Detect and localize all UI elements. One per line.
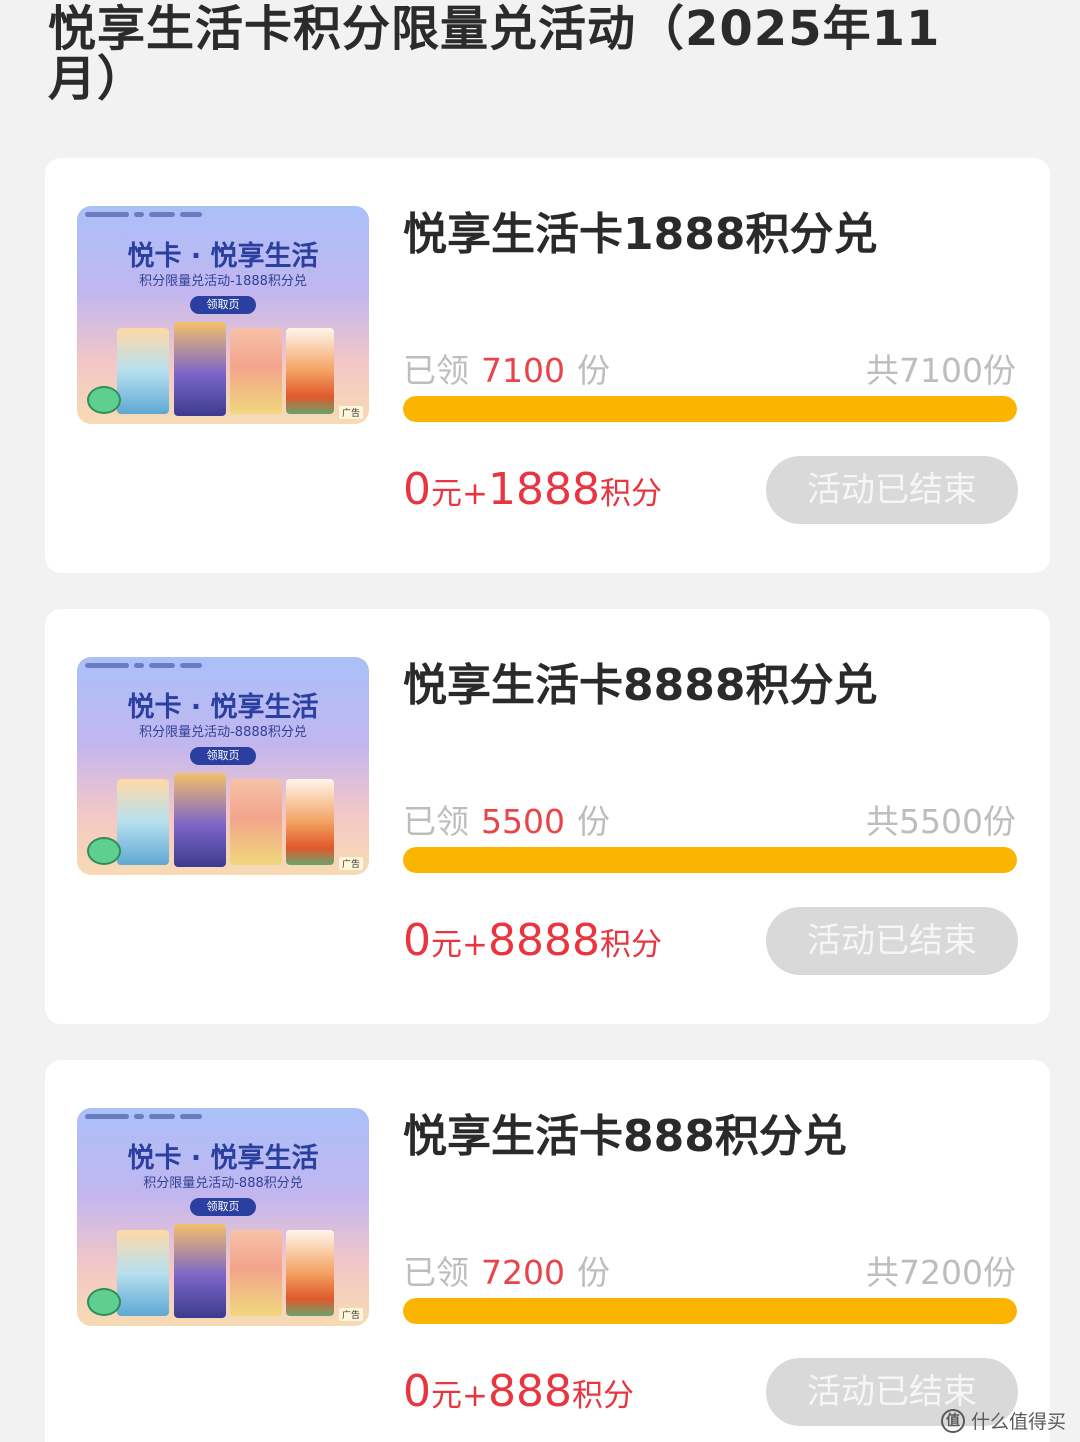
item-title[interactable]: 悦享生活卡1888积分兑 bbox=[403, 198, 877, 262]
price: 0元+1888积分 bbox=[403, 464, 662, 515]
claimed-prefix: 已领 bbox=[403, 351, 469, 390]
watermark-logo-icon: 值 bbox=[940, 1408, 965, 1433]
thumbnail-badge: 领取页 bbox=[190, 296, 256, 314]
claimed-number: 7200 bbox=[481, 1253, 565, 1292]
product-thumbnail[interactable]: 悦卡 · 悦享生活 积分限量兑活动-1888积分兑 领取页 广告 bbox=[77, 206, 369, 424]
product-card[interactable]: 悦卡 · 悦享生活 积分限量兑活动-8888积分兑 领取页 广告 悦享生活卡88… bbox=[45, 609, 1050, 1024]
claimed-count: 已领 5500 份 bbox=[403, 795, 610, 843]
watermark-text: 什么值得买 bbox=[970, 1411, 1066, 1433]
price-unit: 元+ bbox=[431, 1378, 488, 1414]
card-art-sunset bbox=[230, 328, 282, 414]
card-art-rabbit bbox=[174, 322, 226, 416]
card-art-rabbit bbox=[174, 773, 226, 867]
thumbnail-logos bbox=[85, 1114, 202, 1119]
item-title[interactable]: 悦享生活卡8888积分兑 bbox=[403, 649, 877, 713]
price-yuan: 0 bbox=[403, 915, 431, 966]
card-art-sunset bbox=[230, 779, 282, 865]
progress-bar bbox=[403, 847, 1017, 873]
claimed-count: 已领 7200 份 bbox=[403, 1246, 610, 1294]
claimed-prefix: 已领 bbox=[403, 802, 469, 841]
thumbnail-logos bbox=[85, 212, 202, 217]
claimed-suffix: 份 bbox=[576, 802, 610, 841]
total-count: 共7200份 bbox=[866, 1253, 1016, 1292]
progress-bar bbox=[403, 1298, 1017, 1324]
price: 0元+888积分 bbox=[403, 1366, 634, 1417]
card-art-beach bbox=[117, 1230, 169, 1316]
item-title[interactable]: 悦享生活卡888积分兑 bbox=[403, 1100, 847, 1164]
claimed-number: 5500 bbox=[481, 802, 565, 841]
product-thumbnail[interactable]: 悦卡 · 悦享生活 积分限量兑活动-888积分兑 领取页 广告 bbox=[77, 1108, 369, 1326]
progress-bar bbox=[403, 396, 1017, 422]
page-title: 悦享生活卡积分限量兑活动（2025年11月） bbox=[48, 1, 941, 107]
product-thumbnail[interactable]: 悦卡 · 悦享生活 积分限量兑活动-8888积分兑 领取页 广告 bbox=[77, 657, 369, 875]
claimed-suffix: 份 bbox=[576, 1253, 610, 1292]
points-unit: 积分 bbox=[599, 927, 662, 963]
thumbnail-badge: 领取页 bbox=[190, 747, 256, 765]
points-unit: 积分 bbox=[599, 476, 662, 512]
ad-tag: 广告 bbox=[338, 857, 363, 870]
product-card[interactable]: 悦卡 · 悦享生活 积分限量兑活动-1888积分兑 领取页 广告 悦享生活卡18… bbox=[45, 158, 1050, 573]
card-art-autumn bbox=[286, 779, 334, 865]
activity-ended-button[interactable]: 活动已结束 bbox=[766, 456, 1018, 524]
frog-mascot-icon bbox=[87, 837, 121, 865]
thumbnail-subtitle: 积分限量兑活动-8888积分兑 bbox=[139, 725, 307, 740]
price-yuan: 0 bbox=[403, 464, 431, 515]
watermark: 值 什么值得买 bbox=[940, 1407, 1066, 1434]
price-points: 8888 bbox=[487, 915, 600, 966]
price-points: 888 bbox=[487, 1366, 572, 1417]
price-unit: 元+ bbox=[431, 927, 488, 963]
total-count: 共5500份 bbox=[866, 802, 1016, 841]
thumbnail-subtitle: 积分限量兑活动-1888积分兑 bbox=[139, 274, 307, 289]
thumbnail-heading: 悦卡 · 悦享生活 bbox=[127, 241, 319, 272]
price-points: 1888 bbox=[487, 464, 600, 515]
claimed-count: 已领 7100 份 bbox=[403, 344, 610, 392]
card-art-beach bbox=[117, 779, 169, 865]
claimed-prefix: 已领 bbox=[403, 1253, 469, 1292]
card-art-rabbit bbox=[174, 1224, 226, 1318]
frog-mascot-icon bbox=[87, 386, 121, 414]
ad-tag: 广告 bbox=[338, 406, 363, 419]
card-art-autumn bbox=[286, 1230, 334, 1316]
ad-tag: 广告 bbox=[338, 1308, 363, 1321]
thumbnail-logos bbox=[85, 663, 202, 668]
price-yuan: 0 bbox=[403, 1366, 431, 1417]
thumbnail-subtitle: 积分限量兑活动-888积分兑 bbox=[143, 1176, 303, 1191]
thumbnail-heading: 悦卡 · 悦享生活 bbox=[127, 692, 319, 723]
thumbnail-heading: 悦卡 · 悦享生活 bbox=[127, 1143, 319, 1174]
claimed-suffix: 份 bbox=[576, 351, 610, 390]
price: 0元+8888积分 bbox=[403, 915, 662, 966]
claimed-number: 7100 bbox=[481, 351, 565, 390]
progress-fill bbox=[403, 847, 1017, 873]
product-card[interactable]: 悦卡 · 悦享生活 积分限量兑活动-888积分兑 领取页 广告 悦享生活卡888… bbox=[45, 1060, 1050, 1442]
activity-ended-button[interactable]: 活动已结束 bbox=[766, 907, 1018, 975]
thumbnail-badge: 领取页 bbox=[190, 1198, 256, 1216]
frog-mascot-icon bbox=[87, 1288, 121, 1316]
card-art-sunset bbox=[230, 1230, 282, 1316]
price-unit: 元+ bbox=[431, 476, 488, 512]
card-art-beach bbox=[117, 328, 169, 414]
points-unit: 积分 bbox=[571, 1378, 634, 1414]
progress-fill bbox=[403, 1298, 1017, 1324]
progress-fill bbox=[403, 396, 1017, 422]
total-count: 共7100份 bbox=[866, 351, 1016, 390]
card-art-autumn bbox=[286, 328, 334, 414]
